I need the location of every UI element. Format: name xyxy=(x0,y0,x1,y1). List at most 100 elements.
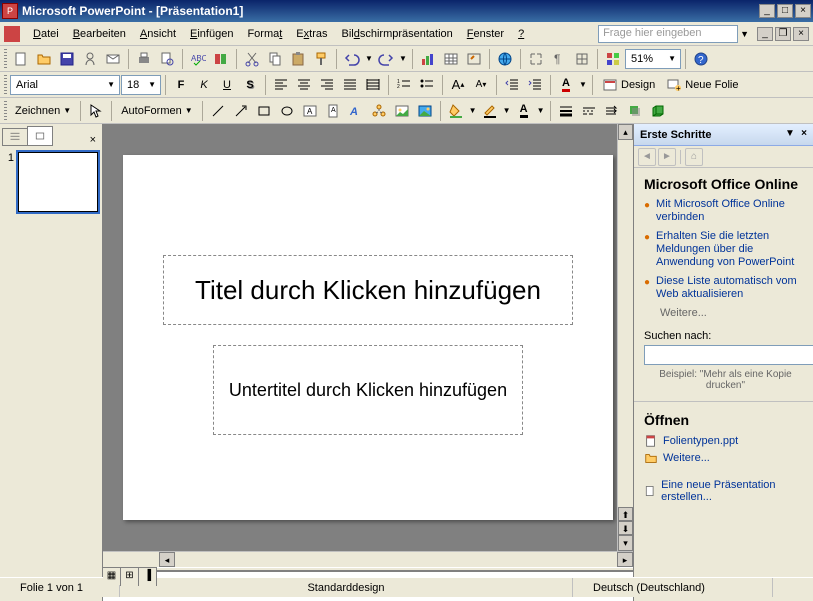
italic-button[interactable]: K xyxy=(193,74,215,96)
bullets-button[interactable] xyxy=(416,74,438,96)
increase-indent-button[interactable] xyxy=(524,74,546,96)
taskpane-dropdown[interactable]: ▼ xyxy=(783,128,797,142)
clipart-button[interactable] xyxy=(391,100,413,122)
ask-dropdown[interactable]: ▼ xyxy=(738,29,751,39)
font-combo[interactable]: Arial▼ xyxy=(10,75,120,95)
select-objects-button[interactable] xyxy=(85,100,107,122)
menu-ansicht[interactable]: Ansicht xyxy=(133,25,183,43)
link-connect-online[interactable]: ●Mit Microsoft Office Online verbinden xyxy=(644,198,807,224)
nav-home-button[interactable]: ⌂ xyxy=(685,148,703,166)
slide-canvas[interactable]: Titel durch Klicken hinzufügen Untertite… xyxy=(123,155,613,520)
toolbar-handle[interactable] xyxy=(4,101,7,121)
print-button[interactable] xyxy=(133,48,155,70)
arrow-button[interactable] xyxy=(230,100,252,122)
open-button[interactable] xyxy=(33,48,55,70)
outline-tab[interactable] xyxy=(2,128,28,146)
format-painter-button[interactable] xyxy=(310,48,332,70)
insert-hyperlink-button[interactable] xyxy=(494,48,516,70)
autoshapes-button[interactable]: AutoFormen▼ xyxy=(116,100,197,122)
line-color-button[interactable] xyxy=(479,100,501,122)
taskpane-close-button[interactable]: × xyxy=(797,128,811,142)
insert-chart-button[interactable] xyxy=(417,48,439,70)
next-slide-button[interactable]: ⬇ xyxy=(618,521,633,535)
align-right-button[interactable] xyxy=(316,74,338,96)
font-color-draw-button[interactable]: A xyxy=(513,100,535,122)
close-button[interactable]: × xyxy=(795,4,811,18)
menu-bildschirm[interactable]: Bildschirmpräsentation xyxy=(334,25,459,43)
doc-close-button[interactable]: × xyxy=(793,27,809,41)
copy-button[interactable] xyxy=(264,48,286,70)
scroll-right-button[interactable]: ▸ xyxy=(617,552,633,567)
picture-button[interactable] xyxy=(414,100,436,122)
draw-menu-button[interactable]: Zeichnen▼ xyxy=(10,100,76,122)
toolbar-handle[interactable] xyxy=(4,75,7,95)
rectangle-button[interactable] xyxy=(253,100,275,122)
subtitle-placeholder[interactable]: Untertitel durch Klicken hinzufügen xyxy=(213,345,523,435)
menu-fenster[interactable]: Fenster xyxy=(460,25,511,43)
research-button[interactable] xyxy=(210,48,232,70)
slide-thumbnail[interactable] xyxy=(18,152,98,212)
title-placeholder[interactable]: Titel durch Klicken hinzufügen xyxy=(163,255,573,325)
dash-style-button[interactable] xyxy=(578,100,600,122)
open-more-link[interactable]: Weitere... xyxy=(644,451,807,465)
bold-button[interactable]: F xyxy=(170,74,192,96)
new-presentation-link[interactable]: Eine neue Präsentation erstellen... xyxy=(644,479,807,503)
align-left-button[interactable] xyxy=(270,74,292,96)
menu-help[interactable]: ? xyxy=(511,25,531,43)
print-preview-button[interactable] xyxy=(156,48,178,70)
app-icon-small[interactable] xyxy=(4,26,20,42)
diagram-button[interactable] xyxy=(368,100,390,122)
scroll-up-button[interactable]: ▴ xyxy=(618,124,633,140)
zoom-combo[interactable]: 51%▼ xyxy=(625,49,681,69)
font-color-draw-dropdown[interactable]: ▼ xyxy=(536,100,546,122)
link-latest-news[interactable]: ●Erhalten Sie die letzten Meldungen über… xyxy=(644,230,807,269)
cut-button[interactable] xyxy=(241,48,263,70)
permission-button[interactable] xyxy=(79,48,101,70)
paste-button[interactable] xyxy=(287,48,309,70)
doc-restore-button[interactable]: ❐ xyxy=(775,27,791,41)
decrease-font-button[interactable]: A▾ xyxy=(470,74,492,96)
font-size-combo[interactable]: 18▼ xyxy=(121,75,161,95)
undo-dropdown[interactable]: ▼ xyxy=(364,48,374,70)
tables-borders-button[interactable] xyxy=(463,48,485,70)
prev-slide-button[interactable]: ⬆ xyxy=(618,507,633,521)
link-more-1[interactable]: Weitere... xyxy=(644,307,807,320)
link-auto-update[interactable]: ●Diese Liste automatisch vom Web aktuali… xyxy=(644,275,807,301)
panel-close-button[interactable]: × xyxy=(84,134,102,146)
insert-table-button[interactable] xyxy=(440,48,462,70)
align-center-button[interactable] xyxy=(293,74,315,96)
line-button[interactable] xyxy=(207,100,229,122)
scroll-left-button[interactable]: ◂ xyxy=(159,552,175,567)
slides-tab[interactable] xyxy=(27,126,53,146)
shadow-button[interactable]: S xyxy=(239,74,261,96)
new-button[interactable] xyxy=(10,48,32,70)
nav-back-button[interactable]: ◄ xyxy=(638,148,656,166)
status-language[interactable]: Deutsch (Deutschland) xyxy=(573,578,773,597)
redo-dropdown[interactable]: ▼ xyxy=(398,48,408,70)
minimize-button[interactable]: _ xyxy=(759,4,775,18)
line-color-dropdown[interactable]: ▼ xyxy=(502,100,512,122)
help-button[interactable]: ? xyxy=(690,48,712,70)
underline-button[interactable]: U xyxy=(216,74,238,96)
color-button[interactable] xyxy=(602,48,624,70)
font-color-button[interactable]: A xyxy=(555,74,577,96)
sorter-view-button[interactable]: ⊞ xyxy=(121,568,139,586)
menu-datei[interactable]: Datei xyxy=(26,25,66,43)
redo-button[interactable] xyxy=(375,48,397,70)
textbox-button[interactable]: A xyxy=(299,100,321,122)
thumbnail-row[interactable]: 1 xyxy=(4,152,98,212)
show-formatting-button[interactable]: ¶ xyxy=(548,48,570,70)
align-justify-button[interactable] xyxy=(339,74,361,96)
menu-format[interactable]: Format xyxy=(240,25,289,43)
spelling-button[interactable]: ABC xyxy=(187,48,209,70)
3d-style-button[interactable] xyxy=(647,100,669,122)
save-button[interactable] xyxy=(56,48,78,70)
expand-button[interactable] xyxy=(525,48,547,70)
recent-file-link[interactable]: Folientypen.ppt xyxy=(644,434,807,448)
vertical-textbox-button[interactable]: A xyxy=(322,100,344,122)
menu-einfuegen[interactable]: Einfügen xyxy=(183,25,240,43)
horizontal-scrollbar[interactable]: ◂ ▸ xyxy=(103,551,633,567)
fill-color-button[interactable] xyxy=(445,100,467,122)
nav-forward-button[interactable]: ► xyxy=(658,148,676,166)
grid-button[interactable] xyxy=(571,48,593,70)
